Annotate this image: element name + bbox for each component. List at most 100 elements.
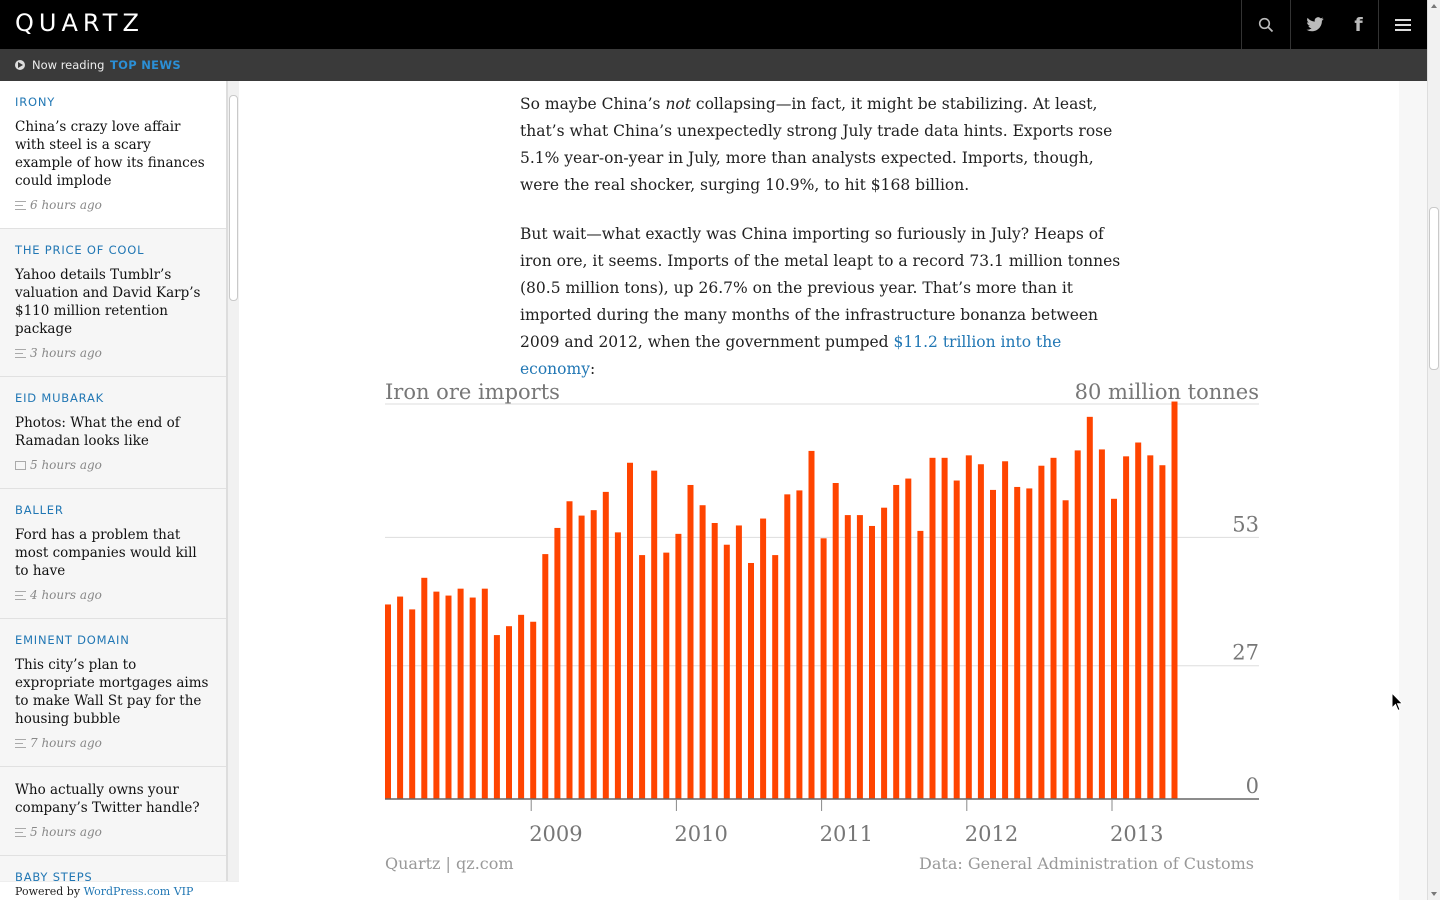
y-tick-label: 80 million tonnes bbox=[1075, 380, 1259, 404]
story-time: 3 hours ago bbox=[15, 346, 211, 360]
story-time-text: 7 hours ago bbox=[30, 736, 102, 750]
bar bbox=[917, 530, 924, 799]
bar bbox=[808, 450, 815, 799]
bar bbox=[893, 484, 900, 799]
chart-source-left: Quartz | qz.com bbox=[385, 854, 514, 873]
bar bbox=[421, 577, 428, 799]
bar bbox=[493, 635, 500, 799]
story-title[interactable]: This city’s plan to expropriate mortgage… bbox=[15, 656, 211, 728]
story-time: 7 hours ago bbox=[15, 736, 211, 750]
bar bbox=[1086, 416, 1093, 799]
article-icon bbox=[15, 827, 26, 837]
gallery-icon bbox=[15, 460, 26, 470]
story-time: 6 hours ago bbox=[15, 198, 211, 212]
bar bbox=[1026, 488, 1033, 799]
story-title[interactable]: Photos: What the end of Ramadan looks li… bbox=[15, 414, 211, 450]
y-tick-label: 53 bbox=[1232, 512, 1259, 536]
bar bbox=[481, 588, 488, 799]
x-tick-label: 2009 bbox=[529, 822, 582, 846]
bar bbox=[590, 510, 597, 799]
bar bbox=[651, 470, 658, 799]
story-kicker[interactable]: THE PRICE OF COOL bbox=[15, 243, 211, 257]
bar bbox=[796, 490, 803, 799]
bar bbox=[1014, 486, 1021, 799]
sidebar-story[interactable]: THE PRICE OF COOL Yahoo details Tumblr’s … bbox=[0, 229, 226, 377]
story-kicker[interactable]: EID MUBARAK bbox=[15, 391, 211, 405]
bar bbox=[409, 609, 416, 799]
top-news-link[interactable]: TOP NEWS bbox=[110, 58, 181, 72]
story-kicker[interactable]: BALLER bbox=[15, 503, 211, 517]
bar bbox=[723, 544, 730, 799]
bar bbox=[869, 525, 875, 799]
search-icon[interactable] bbox=[1241, 0, 1290, 49]
right-gutter bbox=[1399, 81, 1427, 900]
bar bbox=[941, 457, 948, 799]
quartz-logo[interactable]: QUARTZ bbox=[15, 9, 144, 37]
article-icon bbox=[15, 738, 26, 748]
bar bbox=[566, 501, 573, 799]
x-tick-label: 2010 bbox=[674, 822, 727, 846]
now-reading-label: Now reading bbox=[32, 58, 105, 72]
bar bbox=[1062, 500, 1069, 799]
story-kicker[interactable]: EMINENT DOMAIN bbox=[15, 633, 211, 647]
bar bbox=[1050, 457, 1057, 799]
bar bbox=[469, 597, 476, 799]
article-icon bbox=[15, 200, 26, 210]
sidebar-scrollbar[interactable] bbox=[227, 81, 239, 881]
bar bbox=[687, 484, 694, 799]
sidebar-story[interactable]: IRONY China’s crazy love affair with stee… bbox=[0, 81, 226, 229]
sidebar-story[interactable]: Who actually owns your company’s Twitter… bbox=[0, 767, 226, 856]
story-time-text: 4 hours ago bbox=[30, 588, 102, 602]
bar bbox=[1038, 465, 1045, 799]
powered-prefix: Powered by bbox=[15, 885, 84, 898]
page-scroll-thumb[interactable] bbox=[1429, 207, 1439, 370]
bar bbox=[832, 483, 839, 799]
y-tick-label: 27 bbox=[1232, 641, 1259, 665]
bar bbox=[977, 464, 984, 799]
bar bbox=[1002, 461, 1009, 799]
chart-source-right: Data: General Administration of Customs bbox=[919, 854, 1254, 873]
scroll-up-icon[interactable] bbox=[1431, 4, 1437, 8]
bar bbox=[1147, 455, 1154, 799]
facebook-icon[interactable]: f bbox=[1339, 0, 1378, 49]
twitter-icon[interactable] bbox=[1290, 0, 1339, 49]
story-title[interactable]: China’s crazy love affair with steel is … bbox=[15, 118, 211, 190]
bar bbox=[602, 491, 609, 799]
scroll-down-icon[interactable] bbox=[1431, 892, 1437, 896]
story-title[interactable]: Yahoo details Tumblr’s valuation and Dav… bbox=[15, 266, 211, 338]
bar bbox=[711, 522, 718, 799]
bar bbox=[881, 507, 888, 799]
bar bbox=[1111, 498, 1117, 799]
story-time-text: 5 hours ago bbox=[30, 825, 102, 839]
story-time-text: 5 hours ago bbox=[30, 458, 102, 472]
x-tick-label: 2012 bbox=[965, 822, 1018, 846]
bar bbox=[965, 455, 972, 799]
sidebar-scroll-thumb[interactable] bbox=[229, 95, 238, 301]
bar bbox=[1074, 450, 1081, 799]
page-scrollbar[interactable] bbox=[1427, 0, 1440, 900]
sidebar-story[interactable]: EID MUBARAK Photos: What the end of Ramad… bbox=[0, 377, 226, 489]
bar bbox=[1123, 456, 1130, 799]
bar bbox=[699, 505, 706, 799]
bar bbox=[1159, 465, 1166, 799]
story-kicker[interactable]: IRONY bbox=[15, 95, 211, 109]
bar bbox=[457, 588, 464, 799]
iron-ore-chart: Iron ore imports 80 million tonnes 53 27 0 20… bbox=[385, 380, 1259, 873]
bar bbox=[748, 562, 754, 799]
bar bbox=[397, 596, 404, 799]
powered-by: Powered by WordPress.com VIP bbox=[0, 881, 239, 900]
bar bbox=[675, 533, 682, 799]
story-title[interactable]: Who actually owns your company’s Twitter… bbox=[15, 781, 211, 817]
sidebar-story[interactable]: EMINENT DOMAIN This city’s plan to exprop… bbox=[0, 619, 226, 767]
mouse-cursor-icon bbox=[1391, 692, 1404, 712]
play-icon bbox=[15, 60, 25, 70]
sidebar-story[interactable]: BALLER Ford has a problem that most compa… bbox=[0, 489, 226, 619]
bar bbox=[663, 552, 670, 799]
bar bbox=[542, 554, 549, 799]
story-title[interactable]: Ford has a problem that most companies w… bbox=[15, 526, 211, 580]
bar bbox=[445, 595, 452, 799]
bar bbox=[433, 591, 440, 799]
menu-icon[interactable] bbox=[1378, 0, 1427, 49]
bar bbox=[820, 538, 827, 799]
wordpress-vip-link[interactable]: WordPress.com VIP bbox=[84, 885, 194, 898]
